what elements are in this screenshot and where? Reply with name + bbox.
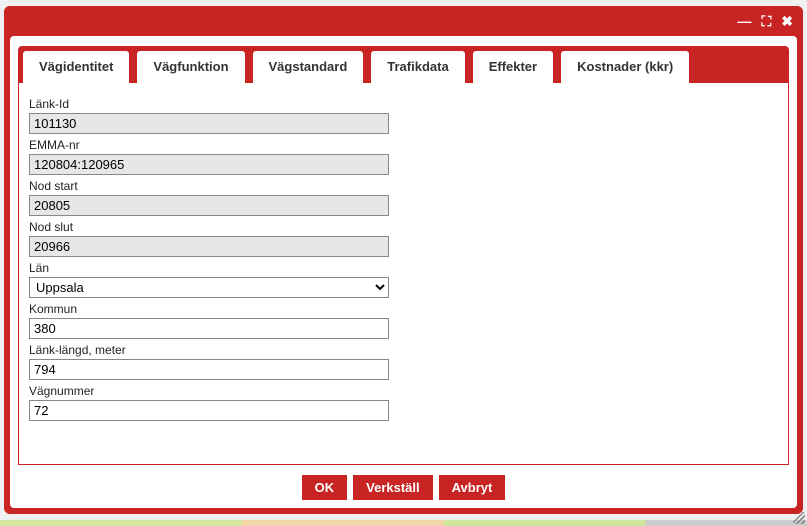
tab-vagstandard[interactable]: Vägstandard: [252, 50, 365, 83]
minimize-icon[interactable]: —: [737, 14, 751, 28]
dialog-window: — ⛶ ✖ Vägidentitet Vägfunktion Vägstanda…: [4, 6, 803, 514]
nod-slut-field[interactable]: [29, 236, 389, 257]
ok-button[interactable]: OK: [302, 475, 348, 500]
emma-nr-label: EMMA-nr: [29, 138, 764, 152]
tab-trafikdata[interactable]: Trafikdata: [370, 50, 465, 83]
avbryt-button[interactable]: Avbryt: [439, 475, 506, 500]
kommun-label: Kommun: [29, 302, 764, 316]
vagnummer-label: Vägnummer: [29, 384, 764, 398]
resize-grip-icon[interactable]: [793, 512, 805, 524]
dialog-body: Vägidentitet Vägfunktion Vägstandard Tra…: [10, 36, 797, 508]
dialog-button-row: OK Verkställ Avbryt: [18, 475, 789, 500]
nod-slut-label: Nod slut: [29, 220, 764, 234]
tab-vagfunktion[interactable]: Vägfunktion: [136, 50, 245, 83]
lank-langd-label: Länk-längd, meter: [29, 343, 764, 357]
lank-id-field[interactable]: [29, 113, 389, 134]
tab-bar: Vägidentitet Vägfunktion Vägstandard Tra…: [18, 46, 789, 83]
lank-langd-field[interactable]: [29, 359, 389, 380]
tab-effekter[interactable]: Effekter: [472, 50, 554, 83]
tab-vagidentitet[interactable]: Vägidentitet: [22, 50, 130, 83]
nod-start-field[interactable]: [29, 195, 389, 216]
kommun-field[interactable]: [29, 318, 389, 339]
maximize-icon[interactable]: ⛶: [761, 14, 771, 28]
form-panel: Länk-Id EMMA-nr Nod start Nod slut Län: [18, 83, 789, 465]
lank-id-label: Länk-Id: [29, 97, 764, 111]
lan-select[interactable]: Uppsala: [29, 277, 389, 298]
nod-start-label: Nod start: [29, 179, 764, 193]
lan-label: Län: [29, 261, 764, 275]
background-map-strip: [0, 520, 807, 526]
close-icon[interactable]: ✖: [781, 14, 793, 28]
tab-kostnader[interactable]: Kostnader (kkr): [560, 50, 690, 83]
emma-nr-field[interactable]: [29, 154, 389, 175]
titlebar[interactable]: — ⛶ ✖: [4, 6, 803, 36]
verkstall-button[interactable]: Verkställ: [353, 475, 433, 500]
vagnummer-field[interactable]: [29, 400, 389, 421]
form-scroll[interactable]: Länk-Id EMMA-nr Nod start Nod slut Län: [29, 93, 770, 454]
